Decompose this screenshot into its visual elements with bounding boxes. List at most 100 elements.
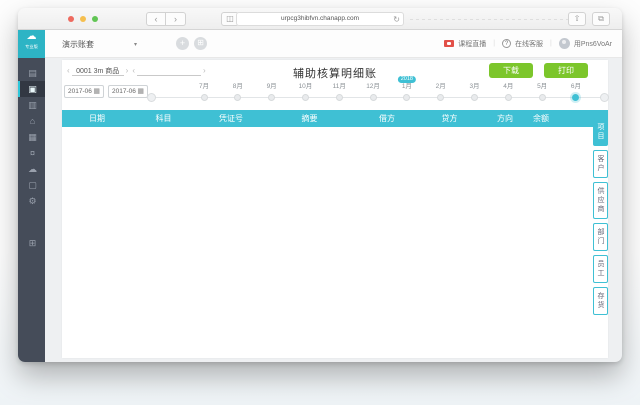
app-header: ☁ 专业版 演示账套 ▾ + ⊞ 课程直播 | ? 在线客服 | 用Pns6Vo… [18, 30, 622, 58]
date-range: 2017-06 ▦ 2017-06 ▦ [64, 85, 148, 98]
timeline-month-feb[interactable]: 2月 [426, 83, 456, 101]
toolbar-divider [410, 19, 570, 20]
month-node [403, 94, 411, 101]
column-header: 凭证号 [219, 114, 243, 123]
timeline-month-mar[interactable]: 3月 [460, 83, 490, 101]
tab-supplier[interactable]: 供应商 [593, 182, 608, 219]
month-node [268, 94, 276, 101]
workspace-label: 演示账套 [62, 40, 94, 49]
sidebar-item-reports-icon[interactable]: ▥ [18, 97, 45, 113]
ledger-panel: ‹ 0001 3m 商品 › ‹ › 辅助核算明细账 下载 打印 2017-06… [62, 60, 609, 358]
online-support-link[interactable]: 在线客服 [515, 39, 543, 49]
browser-window: ‹ › ◫ urpcg3hibfvn.chanapp.com ↻ ⇧ ⧉ ☁ 专… [18, 8, 622, 362]
month-label: 5月 [537, 83, 548, 90]
zoom-window-button[interactable] [92, 16, 98, 22]
timeline-month-aug[interactable]: 8月 [223, 83, 253, 101]
month-label: 2月 [435, 83, 446, 90]
month-node [234, 94, 242, 101]
close-window-button[interactable] [68, 16, 74, 22]
month-label: 11月 [332, 83, 346, 90]
sidebar-item-settings-icon[interactable]: ⚙ [18, 193, 45, 209]
month-label: 6月 [570, 83, 581, 90]
separator: | [550, 40, 552, 47]
cloud-logo-icon: ☁ [26, 31, 37, 42]
header-right-cluster: 课程直播 | ? 在线客服 | 用Pns6VoAr [444, 38, 612, 49]
tab-stock[interactable]: 存货 [593, 287, 608, 315]
sidebar-item-cloud-icon[interactable]: ☁ [18, 161, 45, 177]
timeline-start-cap [147, 93, 156, 102]
month-label: 10月 [298, 83, 313, 90]
refresh-icon[interactable]: ↻ [393, 14, 400, 25]
calendar-icon[interactable]: ▦ [93, 88, 100, 96]
sidebar-item-market-icon[interactable]: ⊞ [18, 235, 45, 251]
course-live-link[interactable]: 课程直播 [458, 39, 486, 49]
timeline-month-may[interactable]: 5月 [527, 83, 557, 101]
timeline-month-oct[interactable]: 10月 [290, 83, 320, 101]
username[interactable]: 用Pns6VoAr [574, 39, 612, 49]
sidebar-item-bank-icon[interactable]: ⌂ [18, 113, 45, 129]
month-node [504, 94, 512, 101]
timeline-month-jun[interactable]: 6月 [561, 83, 591, 101]
month-node [369, 94, 377, 101]
sidebar-item-calendar-icon[interactable]: ▦ [18, 129, 45, 145]
left-sidebar: ▤ ▣ ▥ ⌂ ▦ ¤ ☁ ▢ ⚙ ⊞ [18, 58, 45, 362]
timeline-end-cap [600, 93, 609, 102]
print-button[interactable]: 打印 [544, 63, 588, 78]
tab-department[interactable]: 部门 [593, 223, 608, 251]
help-icon: ? [502, 39, 512, 48]
column-header: 贷方 [441, 114, 458, 123]
column-header: 余额 [533, 114, 549, 123]
dimension-tabs: 项目客户供应商部门员工存货 [593, 118, 608, 315]
separator: | [493, 40, 496, 47]
year-badge: 2018 [397, 76, 416, 83]
add-account-set-button[interactable]: + [176, 37, 189, 50]
timeline-month-apr[interactable]: 4月 [493, 83, 523, 101]
calendar-icon[interactable]: ▦ [137, 88, 144, 96]
timeline-month-jul[interactable]: 7月 [189, 83, 219, 101]
tab-project[interactable]: 项目 [593, 118, 608, 146]
live-tv-icon [444, 40, 455, 47]
tabs-button[interactable]: ⧉ [592, 12, 610, 26]
month-label: 7月 [198, 83, 210, 90]
timeline-month-dec[interactable]: 12月 [358, 83, 388, 101]
browser-toolbar: ‹ › ◫ urpcg3hibfvn.chanapp.com ↻ ⇧ ⧉ [18, 8, 622, 30]
column-header: 摘要 [301, 114, 318, 123]
sidebar-item-voucher-icon[interactable]: ▣ [18, 81, 45, 97]
timeline-month-sep[interactable]: 9月 [257, 83, 287, 101]
workspace-selector[interactable]: 演示账套 ▾ [62, 39, 137, 50]
sidebar-item-ledger-icon[interactable]: ▤ [18, 65, 45, 81]
timeline-month-jan[interactable]: 2018 1月 [392, 76, 422, 101]
sidebar-item-funds-icon[interactable]: ¤ [18, 145, 45, 161]
chevron-down-icon: ▾ [134, 42, 138, 48]
date-from-input[interactable]: 2017-06 ▦ [64, 85, 104, 98]
logo-edition-label: 专业版 [25, 44, 38, 50]
column-header: 科目 [155, 114, 172, 123]
traffic-lights [68, 16, 98, 22]
sidebar-item-inventory-icon[interactable]: ▢ [18, 177, 45, 193]
filter-row: 2017-06 ▦ 2017-06 ▦ 7月 8月 9月 10月 11月 12月… [62, 76, 609, 107]
app-logo[interactable]: ☁ 专业版 [18, 30, 45, 58]
panel-toolbar: ‹ 0001 3m 商品 › ‹ › 辅助核算明细账 下载 打印 [62, 60, 608, 82]
month-node [572, 94, 580, 101]
tab-customer[interactable]: 客户 [593, 150, 608, 178]
apps-grid-button[interactable]: ⊞ [194, 37, 207, 50]
date-to-value: 2017-06 [112, 88, 136, 95]
month-timeline: 7月 8月 9月 10月 11月 12月 2018 1月 2月 3月 4月 5月… [147, 76, 609, 107]
back-button[interactable]: ‹ [146, 12, 166, 26]
column-header: 日期 [89, 114, 105, 123]
minimize-window-button[interactable] [80, 16, 86, 22]
tab-employee[interactable]: 员工 [593, 255, 608, 283]
share-button[interactable]: ⇧ [568, 12, 586, 26]
timeline-months: 7月 8月 9月 10月 11月 12月 2018 1月 2月 3月 4月 5月… [189, 76, 591, 101]
date-to-input[interactable]: 2017-06 ▦ [108, 85, 148, 98]
download-button[interactable]: 下载 [489, 63, 533, 78]
timeline-month-nov[interactable]: 11月 [324, 83, 354, 101]
month-label: 3月 [469, 83, 480, 90]
month-node [335, 94, 343, 101]
month-label: 8月 [232, 83, 243, 90]
url-field[interactable]: urpcg3hibfvn.chanapp.com ↻ [236, 12, 404, 26]
month-node [471, 94, 478, 101]
forward-button[interactable]: › [166, 12, 186, 26]
column-header: 借方 [379, 114, 395, 123]
month-node [301, 94, 309, 101]
